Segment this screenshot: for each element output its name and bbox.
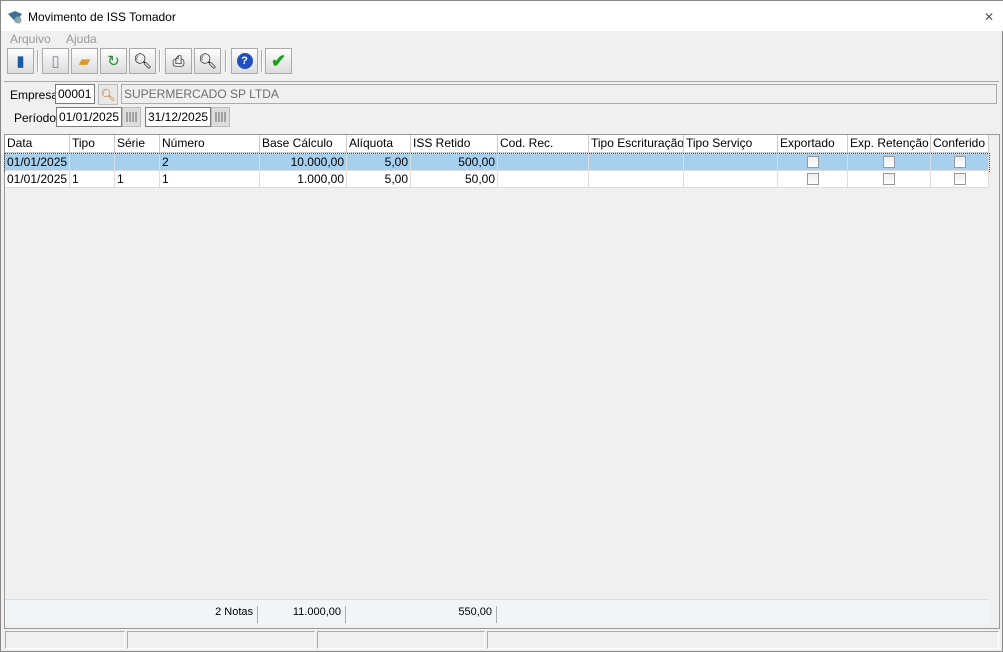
cell-tipo-servico xyxy=(684,171,778,188)
col-tipo-escrituracao[interactable]: Tipo Escrituração xyxy=(589,135,684,153)
cell-serie xyxy=(115,154,160,171)
toolbar-separator xyxy=(225,50,227,72)
table-row[interactable]: 01/01/2025 1 1 1 1.000,00 5,00 50,00 xyxy=(5,171,989,188)
conferido-checkbox[interactable] xyxy=(953,173,966,185)
exportado-checkbox[interactable] xyxy=(806,156,819,168)
cell-tipo-escrituracao xyxy=(589,171,684,188)
exportado-checkbox[interactable] xyxy=(806,173,819,185)
exp-retencao-checkbox[interactable] xyxy=(883,156,895,168)
refresh-icon: ↻ xyxy=(107,53,120,70)
date-from-input[interactable]: 01/01/2025 xyxy=(56,107,122,127)
status-panel xyxy=(5,631,125,649)
col-conferido[interactable]: Conferido xyxy=(931,135,989,153)
cell-exp-retencao xyxy=(848,171,931,188)
empresa-name-field: SUPERMERCADO SP LTDA xyxy=(121,84,997,104)
cell-conferido xyxy=(931,154,989,171)
menu-arquivo[interactable]: Arquivo xyxy=(10,32,51,46)
new-document-icon: ▯ xyxy=(51,53,60,70)
cell-tipo-servico xyxy=(684,154,778,171)
menu-ajuda[interactable]: Ajuda xyxy=(66,32,97,46)
footer-count: 2 Notas xyxy=(155,606,258,623)
print-button[interactable]: ⎙ xyxy=(165,48,192,74)
col-exp-retencao[interactable]: Exp. Retenção xyxy=(848,135,931,153)
status-panel xyxy=(317,631,485,649)
notes-grid: Data Tipo Série Número Base Cálculo Alíq… xyxy=(4,134,1000,629)
cell-conferido xyxy=(931,171,989,188)
cell-aliquota: 5,00 xyxy=(347,154,411,171)
app-icon xyxy=(7,10,23,24)
cell-iss: 50,00 xyxy=(411,171,498,188)
col-numero[interactable]: Número xyxy=(160,135,260,153)
toolbar-separator xyxy=(261,50,263,72)
col-aliquota[interactable]: Alíquota xyxy=(347,135,411,153)
cell-exportado xyxy=(778,154,848,171)
cell-base: 10.000,00 xyxy=(260,154,347,171)
col-tipo[interactable]: Tipo xyxy=(70,135,115,153)
cell-aliquota: 5,00 xyxy=(347,171,411,188)
close-icon[interactable]: ✕ xyxy=(984,10,994,24)
filter-panel: Empresa 00001 🔍︎ SUPERMERCADO SP LTDA Pe… xyxy=(4,81,999,131)
toolbar: ▮ ▯ ▰ ↻ 🔍︎ ⎙ 🔍︎ ? ✔ xyxy=(4,48,1003,75)
window-title: Movimento de ISS Tomador xyxy=(28,10,176,24)
cell-iss: 500,00 xyxy=(411,154,498,171)
cell-tipo: 1 xyxy=(70,171,115,188)
status-panel xyxy=(127,631,315,649)
exp-retencao-checkbox[interactable] xyxy=(883,173,895,185)
exit-button[interactable]: ▮ xyxy=(7,48,34,74)
search-button[interactable]: 🔍︎ xyxy=(129,48,156,74)
table-row[interactable]: 01/01/2025 2 10.000,00 5,00 500,00 xyxy=(4,153,990,172)
cell-numero: 1 xyxy=(160,171,260,188)
refresh-button[interactable]: ↻ xyxy=(100,48,127,74)
help-icon: ? xyxy=(236,53,253,69)
toolbar-separator xyxy=(159,50,161,72)
grid-footer: 2 Notas 11.000,00 550,00 xyxy=(5,599,989,625)
empresa-label: Empresa xyxy=(10,88,59,102)
print-preview-icon: 🔍︎ xyxy=(197,53,218,70)
cell-numero: 2 xyxy=(160,154,260,171)
title-bar: Movimento de ISS Tomador ✕ xyxy=(1,1,1003,31)
grid-header: Data Tipo Série Número Base Cálculo Alíq… xyxy=(5,135,989,153)
col-exportado[interactable]: Exportado xyxy=(778,135,848,153)
periodo-label: Período xyxy=(14,111,57,125)
calendar-icon[interactable] xyxy=(211,107,230,127)
date-to-input[interactable]: 31/12/2025 xyxy=(145,107,211,127)
col-cod-rec[interactable]: Cod. Rec. xyxy=(498,135,589,153)
calendar-icon[interactable] xyxy=(122,107,141,127)
status-panel xyxy=(487,631,999,649)
cell-cod-rec xyxy=(498,154,589,171)
empresa-code-input[interactable]: 00001 xyxy=(55,84,95,104)
cell-data: 01/01/2025 xyxy=(5,171,70,188)
col-base-calculo[interactable]: Base Cálculo xyxy=(260,135,347,153)
conferido-checkbox[interactable] xyxy=(953,156,966,168)
print-preview-button[interactable]: 🔍︎ xyxy=(194,48,221,74)
footer-iss-total: 550,00 xyxy=(346,606,497,623)
col-data[interactable]: Data xyxy=(5,135,70,153)
col-serie[interactable]: Série xyxy=(115,135,160,153)
footer-base-total: 11.000,00 xyxy=(258,606,346,623)
open-button[interactable]: ▰ xyxy=(71,48,98,74)
cell-base: 1.000,00 xyxy=(260,171,347,188)
empresa-search-button[interactable]: 🔍︎ xyxy=(98,84,118,105)
folder-open-icon: ▰ xyxy=(78,53,91,70)
toolbar-separator xyxy=(37,50,39,72)
confirm-button[interactable]: ✔ xyxy=(265,48,292,74)
cell-exportado xyxy=(778,171,848,188)
col-iss-retido[interactable]: ISS Retido xyxy=(411,135,498,153)
cell-cod-rec xyxy=(498,171,589,188)
magnifier-icon: 🔍︎ xyxy=(100,87,116,102)
cell-exp-retencao xyxy=(848,154,931,171)
checkmark-icon: ✔ xyxy=(270,50,287,71)
cell-tipo-escrituracao xyxy=(589,154,684,171)
new-button[interactable]: ▯ xyxy=(42,48,69,74)
menu-bar: Arquivo Ajuda xyxy=(1,31,1002,47)
cell-serie: 1 xyxy=(115,171,160,188)
help-button[interactable]: ? xyxy=(231,48,258,74)
magnifier-icon: 🔍︎ xyxy=(132,53,153,70)
exit-door-icon: ▮ xyxy=(16,53,25,70)
cell-data: 01/01/2025 xyxy=(5,154,70,171)
col-tipo-servico[interactable]: Tipo Serviço xyxy=(684,135,778,153)
printer-icon: ⎙ xyxy=(172,52,185,70)
cell-tipo xyxy=(70,154,115,171)
